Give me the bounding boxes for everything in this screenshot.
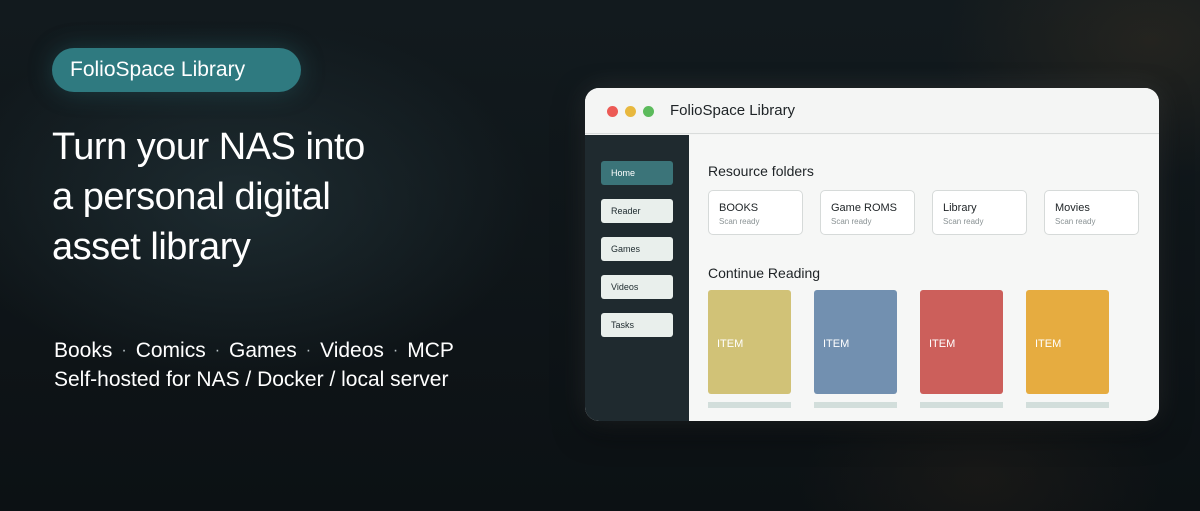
sidebar-item-videos[interactable]: Videos <box>601 275 673 299</box>
folder-name: Movies <box>1055 202 1090 214</box>
window-title: FolioSpace Library <box>670 102 796 119</box>
window-titlebar: FolioSpace Library <box>585 88 1159 134</box>
reading-progress-bar <box>814 402 897 408</box>
reading-progress-bar <box>708 402 791 408</box>
sidebar-item-reader[interactable]: Reader <box>601 199 673 223</box>
feature-categories: Books · Comics · Games · Videos · MCP <box>54 336 454 365</box>
folder-status: Scan ready <box>831 217 872 226</box>
sidebar-item-tasks[interactable]: Tasks <box>601 313 673 337</box>
sidebar-item-games[interactable]: Games <box>601 237 673 261</box>
headline-line-1: Turn your NAS into <box>52 126 365 168</box>
feature-separator: · <box>392 342 399 359</box>
folder-status: Scan ready <box>1055 217 1096 226</box>
folder-status: Scan ready <box>719 217 760 226</box>
reading-progress-bar <box>920 402 1003 408</box>
feature-comics: Comics <box>135 339 206 362</box>
sidebar-item-home[interactable]: Home <box>601 161 673 185</box>
continue-reading-title: Continue Reading <box>708 265 821 281</box>
sidebar: Home Reader Games Videos Tasks <box>585 135 689 421</box>
folder-name: BOOKS <box>719 202 759 214</box>
minimize-window-icon[interactable] <box>625 106 636 117</box>
product-badge: FolioSpace Library <box>52 48 301 92</box>
folder-name: Library <box>943 202 977 214</box>
close-window-icon[interactable] <box>607 106 618 117</box>
feature-mcp: MCP <box>407 339 454 362</box>
main-content: Resource folders BOOKS Scan ready Game R… <box>689 135 1159 421</box>
folder-card-library[interactable]: Library Scan ready <box>932 190 1027 235</box>
headline-line-2: a personal digital <box>52 176 331 218</box>
feature-books: Books <box>54 339 113 362</box>
folder-card-game-roms[interactable]: Game ROMS Scan ready <box>820 190 915 235</box>
app-window-preview: FolioSpace Library Home Reader Games Vid… <box>585 88 1159 421</box>
folder-status: Scan ready <box>943 217 984 226</box>
maximize-window-icon[interactable] <box>643 106 654 117</box>
headline: Turn your NAS into a personal digital as… <box>52 122 472 272</box>
feature-separator: · <box>305 342 312 359</box>
continue-reading-item[interactable]: ITEM <box>708 290 791 394</box>
folder-card-books[interactable]: BOOKS Scan ready <box>708 190 803 235</box>
feature-videos: Videos <box>320 339 384 362</box>
feature-hosting: Self-hosted for NAS / Docker / local ser… <box>54 368 449 391</box>
feature-separator: · <box>214 342 221 359</box>
headline-line-3: asset library <box>52 226 251 268</box>
feature-separator: · <box>121 342 127 359</box>
folder-name: Game ROMS <box>831 202 898 214</box>
continue-reading-item[interactable]: ITEM <box>1026 290 1109 394</box>
reading-progress-bar <box>1026 402 1109 408</box>
feature-list: Books · Comics · Games · Videos · MCP Se… <box>54 336 454 394</box>
continue-reading-item[interactable]: ITEM <box>920 290 1003 394</box>
continue-reading-item[interactable]: ITEM <box>814 290 897 394</box>
feature-games: Games <box>229 339 297 362</box>
folder-card-movies[interactable]: Movies Scan ready <box>1044 190 1139 235</box>
resource-folders-title: Resource folders <box>708 163 814 179</box>
